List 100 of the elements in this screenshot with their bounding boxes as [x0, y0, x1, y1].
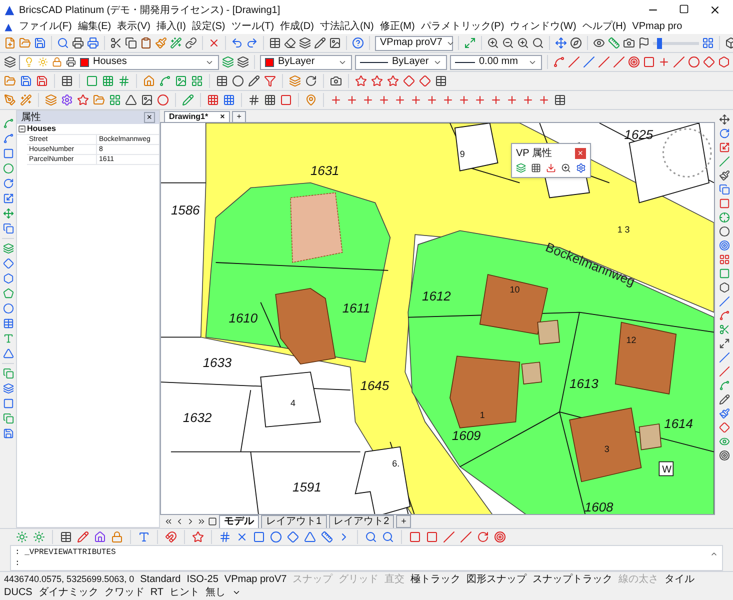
- zoom-window-icon[interactable]: [464, 37, 476, 49]
- plus-icon[interactable]: [442, 94, 454, 106]
- copy-icon[interactable]: [2, 223, 14, 234]
- scroll-icon[interactable]: [710, 550, 718, 558]
- collapse-icon[interactable]: [18, 125, 26, 133]
- delete-icon[interactable]: [208, 37, 220, 49]
- rotate-icon[interactable]: [477, 531, 489, 543]
- triangle-icon[interactable]: [2, 348, 14, 359]
- line-icon[interactable]: [718, 366, 730, 377]
- wand-icon[interactable]: [20, 94, 32, 106]
- view-dropdown[interactable]: VPmap proV7: [375, 36, 453, 50]
- curve-icon[interactable]: [2, 133, 14, 144]
- menu-item[interactable]: VPmap pro: [632, 22, 682, 32]
- pencil-icon[interactable]: [314, 37, 326, 49]
- menu-item[interactable]: 作成(D): [280, 22, 314, 32]
- diamond-icon[interactable]: [419, 75, 431, 87]
- table-icon[interactable]: [269, 37, 281, 49]
- layers-icon[interactable]: [237, 56, 249, 68]
- menu-item[interactable]: 編集(E): [78, 22, 112, 32]
- status-toggle[interactable]: スナップトラック: [532, 573, 613, 586]
- plus-icon[interactable]: [346, 94, 358, 106]
- polyline-icon[interactable]: [2, 118, 14, 129]
- printer-icon[interactable]: [87, 37, 99, 49]
- gear-icon[interactable]: [61, 94, 73, 106]
- search-icon[interactable]: [57, 37, 69, 49]
- pencil-icon[interactable]: [248, 75, 260, 87]
- snap-icon[interactable]: [613, 56, 625, 68]
- next-icon[interactable]: [186, 517, 195, 526]
- pencil-icon[interactable]: [77, 531, 89, 543]
- folder-icon[interactable]: [93, 94, 105, 106]
- save-icon[interactable]: [2, 428, 14, 439]
- snap-icon[interactable]: [688, 56, 700, 68]
- snap-icon[interactable]: [658, 56, 670, 68]
- grid-icon[interactable]: [702, 37, 714, 49]
- menu-item[interactable]: 設定(S): [192, 22, 226, 32]
- plus-icon[interactable]: [522, 94, 534, 106]
- grid-icon[interactable]: [207, 94, 219, 106]
- zoom-in-icon[interactable]: [561, 163, 571, 173]
- snap-icon[interactable]: [643, 56, 655, 68]
- help-icon[interactable]: [352, 37, 364, 49]
- folder-icon[interactable]: [19, 37, 31, 49]
- copy-icon[interactable]: [718, 184, 730, 195]
- zoom-in-icon[interactable]: [487, 37, 499, 49]
- diamond-icon[interactable]: [718, 422, 730, 433]
- rotate-icon[interactable]: [718, 128, 730, 139]
- star-icon[interactable]: [77, 94, 89, 106]
- image-icon[interactable]: [141, 94, 153, 106]
- close-button[interactable]: ×: [574, 148, 586, 159]
- slider-thumb[interactable]: [656, 38, 662, 48]
- caret-icon[interactable]: [232, 588, 240, 597]
- layers-icon[interactable]: [299, 37, 311, 49]
- scissors-icon[interactable]: [110, 37, 122, 49]
- circle-icon[interactable]: [2, 303, 14, 314]
- snap-icon[interactable]: [253, 531, 265, 543]
- save-icon[interactable]: [34, 37, 46, 49]
- snap-icon[interactable]: [583, 56, 595, 68]
- star-icon[interactable]: [355, 75, 367, 87]
- circle-icon[interactable]: [232, 75, 244, 87]
- plus-icon[interactable]: [458, 94, 470, 106]
- snap-icon[interactable]: [568, 56, 580, 68]
- table-icon[interactable]: [61, 75, 73, 87]
- save-icon[interactable]: [36, 75, 48, 87]
- layout-tab[interactable]: モデル: [219, 514, 259, 528]
- grid-icon[interactable]: [264, 94, 276, 106]
- layers-icon[interactable]: [2, 383, 14, 394]
- table-icon[interactable]: [2, 318, 14, 329]
- layout-tab[interactable]: レイアウト2: [328, 514, 394, 528]
- menu-item[interactable]: ヘルプ(H): [582, 22, 626, 32]
- snap-icon[interactable]: [553, 56, 565, 68]
- triangle-icon[interactable]: [125, 94, 137, 106]
- paintbrush-icon[interactable]: [718, 408, 730, 419]
- snap-icon[interactable]: [673, 56, 685, 68]
- printer-icon[interactable]: [72, 37, 84, 49]
- circle-icon[interactable]: [718, 226, 730, 237]
- pentagon-icon[interactable]: [2, 288, 14, 299]
- pencil-icon[interactable]: [718, 394, 730, 405]
- menu-item[interactable]: ウィンドウ(W): [510, 22, 576, 32]
- grid-icon[interactable]: [718, 254, 730, 265]
- line-icon[interactable]: [718, 296, 730, 307]
- menu-item[interactable]: ファイル(F): [19, 22, 72, 32]
- spline-icon[interactable]: [159, 75, 171, 87]
- last-icon[interactable]: [197, 517, 206, 526]
- menu-item[interactable]: 寸法記入(N): [320, 22, 374, 32]
- snap-icon[interactable]: [287, 531, 299, 543]
- line-icon[interactable]: [718, 352, 730, 363]
- hexagon-icon[interactable]: [2, 273, 14, 284]
- rotate-icon[interactable]: [305, 75, 317, 87]
- layout-tab[interactable]: レイアウト1: [261, 514, 327, 528]
- flag-icon[interactable]: [638, 37, 650, 49]
- plus-icon[interactable]: [426, 94, 438, 106]
- plus-icon[interactable]: [378, 94, 390, 106]
- status-toggle[interactable]: 無し: [206, 586, 226, 599]
- plus-icon[interactable]: [410, 94, 422, 106]
- search-icon[interactable]: [365, 531, 377, 543]
- status-toggle[interactable]: クワッド: [104, 586, 144, 599]
- hash-icon[interactable]: [248, 94, 260, 106]
- house-icon[interactable]: [94, 531, 106, 543]
- image-icon[interactable]: [329, 37, 341, 49]
- curve-icon[interactable]: [718, 310, 730, 321]
- menu-item[interactable]: パラメトリック(P): [420, 22, 504, 32]
